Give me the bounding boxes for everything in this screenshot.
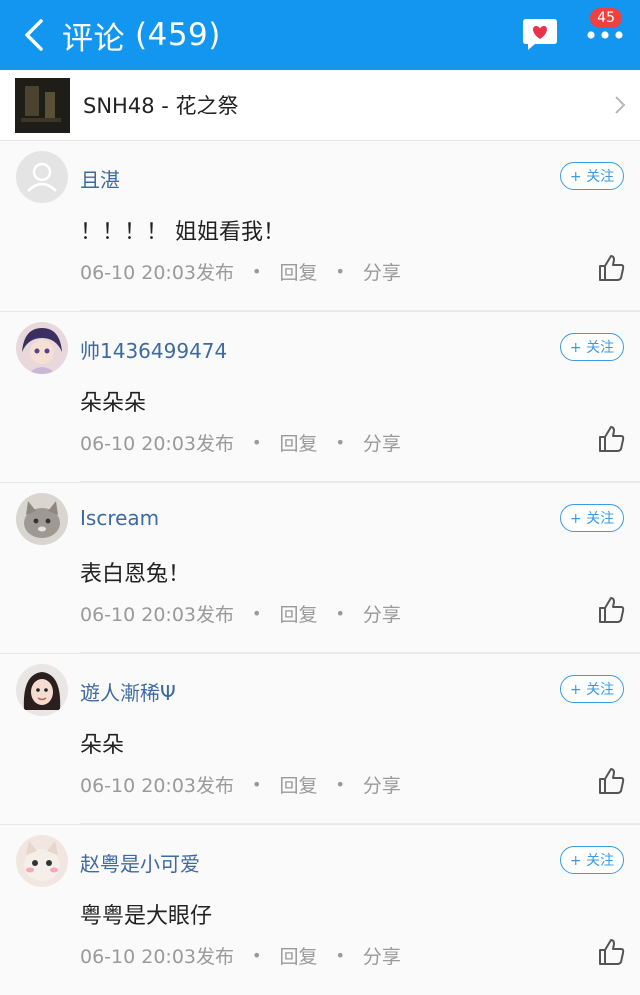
- comment-time: 06-10 20:03发布: [80, 946, 235, 968]
- comment-list: 且湛 + 关注 ！！！！ 姐姐看我！ 06-10 20:03发布 • 回复 • …: [0, 141, 640, 995]
- comment-username[interactable]: Iscream: [80, 506, 159, 530]
- top-bar: 评论 (459) 45: [0, 0, 640, 70]
- comment-text: 粤粤是大眼仔: [80, 904, 213, 929]
- separator-dot: •: [335, 604, 345, 623]
- album-cover: [15, 77, 70, 133]
- comment-username[interactable]: 赵粤是小可爱: [80, 848, 200, 877]
- reply-button[interactable]: 回复: [279, 429, 317, 456]
- comment-time: 06-10 20:03发布: [80, 775, 235, 797]
- follow-button[interactable]: + 关注: [560, 846, 624, 874]
- avatar[interactable]: [16, 493, 68, 545]
- chevron-right-icon: [615, 96, 626, 114]
- share-button[interactable]: 分享: [363, 429, 401, 456]
- comment-item: Iscream + 关注 表白恩兔！ 06-10 20:03发布 • 回复 • …: [0, 482, 640, 653]
- heart-message-icon: [523, 19, 557, 50]
- song-title: SNH48 - 花之祭: [83, 94, 239, 118]
- reply-button[interactable]: 回复: [279, 942, 317, 969]
- message-button[interactable]: [510, 0, 570, 70]
- comment-item: 赵粤是小可爱 + 关注 粤粤是大眼仔 06-10 20:03发布 • 回复 • …: [0, 824, 640, 995]
- share-button[interactable]: 分享: [363, 771, 401, 798]
- follow-button[interactable]: + 关注: [560, 675, 624, 703]
- comment-time: 06-10 20:03发布: [80, 604, 235, 626]
- share-button[interactable]: 分享: [363, 600, 401, 627]
- avatar[interactable]: [16, 151, 68, 203]
- comment-text: 表白恩兔！: [80, 562, 191, 587]
- follow-button[interactable]: + 关注: [560, 162, 624, 190]
- share-button[interactable]: 分享: [363, 258, 401, 285]
- more-dots-icon: [587, 31, 623, 39]
- song-row[interactable]: SNH48 - 花之祭: [0, 70, 640, 141]
- thumbs-up-icon[interactable]: [596, 937, 626, 967]
- follow-button[interactable]: + 关注: [560, 333, 624, 361]
- comment-username[interactable]: 遊人漸稀Ψ: [80, 677, 176, 706]
- separator-dot: •: [252, 433, 262, 452]
- notification-badge: 45: [590, 8, 622, 28]
- separator-dot: •: [252, 775, 262, 794]
- comment-count: (459): [135, 17, 221, 53]
- comment-username[interactable]: 且湛: [80, 164, 120, 193]
- comment-username[interactable]: 帅1436499474: [80, 335, 227, 364]
- reply-button[interactable]: 回复: [279, 771, 317, 798]
- comment-text: 朵朵: [80, 733, 125, 758]
- separator-dot: •: [252, 604, 262, 623]
- separator-dot: •: [252, 946, 262, 965]
- avatar[interactable]: [16, 664, 68, 716]
- avatar[interactable]: [16, 835, 68, 887]
- comment-time: 06-10 20:03发布: [80, 262, 235, 284]
- reply-button[interactable]: 回复: [279, 258, 317, 285]
- comment-item: 且湛 + 关注 ！！！！ 姐姐看我！ 06-10 20:03发布 • 回复 • …: [0, 141, 640, 311]
- thumbs-up-icon[interactable]: [596, 424, 626, 454]
- chevron-left-icon: [25, 19, 43, 51]
- separator-dot: •: [335, 775, 345, 794]
- comment-item: 帅1436499474 + 关注 朵朵朵 06-10 20:03发布 • 回复 …: [0, 311, 640, 482]
- follow-button[interactable]: + 关注: [560, 504, 624, 532]
- separator-dot: •: [335, 433, 345, 452]
- separator-dot: •: [252, 262, 262, 281]
- comment-text: 朵朵朵: [80, 391, 147, 416]
- comment-item: 遊人漸稀Ψ + 关注 朵朵 06-10 20:03发布 • 回复 • 分享: [0, 653, 640, 824]
- thumbs-up-icon[interactable]: [596, 253, 626, 283]
- separator-dot: •: [335, 262, 345, 281]
- avatar[interactable]: [16, 322, 68, 374]
- back-button[interactable]: [12, 0, 56, 70]
- comment-text: ！！！！ 姐姐看我！: [80, 220, 285, 245]
- page-title: 评论: [62, 20, 125, 57]
- more-button[interactable]: 45: [570, 0, 640, 70]
- thumbs-up-icon[interactable]: [596, 766, 626, 796]
- comment-time: 06-10 20:03发布: [80, 433, 235, 455]
- reply-button[interactable]: 回复: [279, 600, 317, 627]
- thumbs-up-icon[interactable]: [596, 595, 626, 625]
- share-button[interactable]: 分享: [363, 942, 401, 969]
- separator-dot: •: [335, 946, 345, 965]
